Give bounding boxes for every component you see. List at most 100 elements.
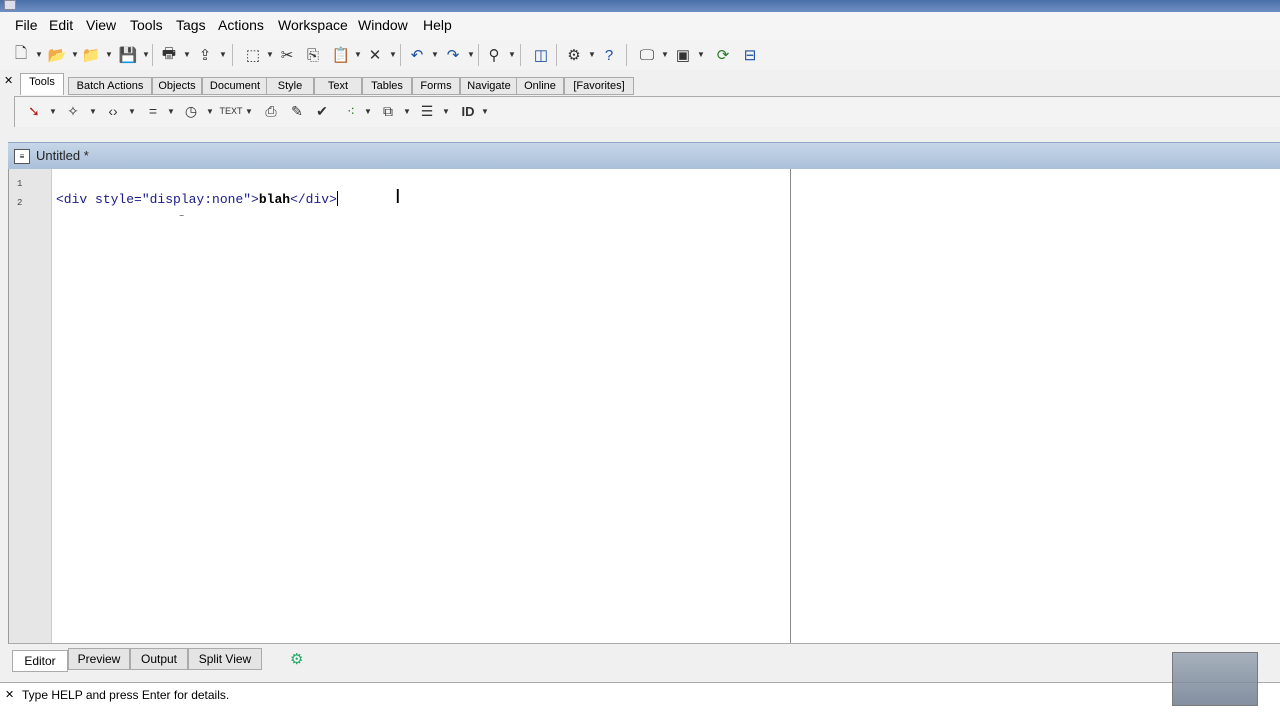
new-dropdown-icon[interactable]: ▼ [35, 50, 43, 59]
format-dropdown-icon[interactable]: ▼ [403, 107, 411, 116]
redo-dropdown-icon[interactable]: ▼ [467, 50, 475, 59]
close-toolbar-icon[interactable]: ✕ [4, 74, 13, 87]
list-dropdown-icon[interactable]: ▼ [442, 107, 450, 116]
code-dropdown-icon[interactable]: ▼ [128, 107, 136, 116]
window-title-bar [0, 0, 1280, 12]
new-document-icon[interactable]: 🗋 [10, 44, 32, 66]
save-dropdown-icon[interactable]: ▼ [142, 50, 150, 59]
code-editor[interactable]: 1 2 <div style="display:none">blah</div>… [8, 169, 1280, 644]
paste-dropdown-icon[interactable]: ▼ [354, 50, 362, 59]
code-tags-icon[interactable]: ‹› [103, 101, 123, 121]
layout-dropdown-icon[interactable]: ▼ [697, 50, 705, 59]
tab-text[interactable]: Text [314, 77, 362, 95]
equals-dropdown-icon[interactable]: ▼ [167, 107, 175, 116]
color-picker-icon[interactable]: ➘ [24, 101, 44, 121]
refresh-icon[interactable]: ⟳ [712, 44, 734, 66]
toolbar-separator [626, 44, 627, 66]
validate-icon[interactable]: ✎ [287, 101, 307, 121]
tab-forms[interactable]: Forms [412, 77, 460, 95]
tab-output[interactable]: Output [130, 648, 188, 670]
open-dropdown-icon[interactable]: ▼ [71, 50, 79, 59]
code-attr-value: "display:none" [141, 192, 252, 207]
document-title[interactable]: Untitled * [36, 148, 89, 163]
menu-actions[interactable]: Actions [218, 17, 264, 33]
split-divider[interactable] [790, 169, 791, 643]
dots-dropdown-icon[interactable]: ▼ [364, 107, 372, 116]
line-number: 2 [17, 198, 23, 208]
window-layout-icon[interactable]: ▣ [672, 44, 694, 66]
spell-check-icon[interactable]: ✔ [312, 101, 332, 121]
menu-window[interactable]: Window [358, 17, 408, 33]
copy-icon[interactable]: ⎘ [302, 44, 324, 66]
find-dropdown-icon[interactable]: ▼ [508, 50, 516, 59]
wizard-dropdown-icon[interactable]: ▼ [89, 107, 97, 116]
print-icon[interactable]: 🖶 [158, 44, 180, 66]
publish-dropdown-icon[interactable]: ▼ [219, 50, 227, 59]
tab-preview[interactable]: Preview [68, 648, 130, 670]
list-icon[interactable]: ☰ [417, 101, 437, 121]
code-open-tag-end: > [251, 192, 259, 207]
redo-icon[interactable]: ↷ [442, 44, 464, 66]
open-recent-icon[interactable]: 📁 [80, 44, 102, 66]
tab-batch-actions[interactable]: Batch Actions [68, 77, 152, 95]
menu-file[interactable]: File [15, 17, 38, 33]
delete-dropdown-icon[interactable]: ▼ [389, 50, 397, 59]
undo-dropdown-icon[interactable]: ▼ [431, 50, 439, 59]
color-dropdown-icon[interactable]: ▼ [49, 107, 57, 116]
command-hint: Type HELP and press Enter for details. [22, 688, 230, 702]
tag-inspector-icon[interactable]: ⚙ [563, 44, 585, 66]
color-dots-icon[interactable]: ⁖ [341, 101, 361, 121]
equals-icon[interactable]: = [143, 101, 163, 121]
publish-icon[interactable]: ⇪ [194, 44, 216, 66]
select-dropdown-icon[interactable]: ▼ [266, 50, 274, 59]
select-all-icon[interactable]: ⬚ [242, 44, 264, 66]
app-icon [4, 0, 16, 10]
command-bar[interactable]: ✕ Type HELP and press Enter for details. [0, 682, 1280, 721]
recent-dropdown-icon[interactable]: ▼ [105, 50, 113, 59]
copy-format-icon[interactable]: ⧉ [378, 101, 398, 121]
preview-settings-icon[interactable]: ⚙ [290, 650, 303, 668]
save-icon[interactable]: 💾 [117, 44, 139, 66]
open-folder-icon[interactable]: 📂 [46, 44, 68, 66]
cut-icon[interactable]: ✂ [276, 44, 298, 66]
inspector-dropdown-icon[interactable]: ▼ [588, 50, 596, 59]
menu-tags[interactable]: Tags [176, 17, 206, 33]
menu-view[interactable]: View [86, 17, 116, 33]
wizard-icon[interactable]: ✧ [63, 101, 83, 121]
tab-favorites[interactable]: [Favorites] [564, 77, 634, 95]
close-command-icon[interactable]: ✕ [5, 688, 14, 701]
tab-online[interactable]: Online [516, 77, 564, 95]
clipboard-icon[interactable]: ⎙ [261, 101, 281, 121]
undo-icon[interactable]: ↶ [406, 44, 428, 66]
tab-tools[interactable]: Tools [20, 73, 64, 95]
menu-help[interactable]: Help [423, 17, 452, 33]
text-convert-icon[interactable]: TEXT [220, 101, 243, 121]
tab-document[interactable]: Document [202, 77, 268, 95]
paste-icon[interactable]: 📋 [330, 44, 352, 66]
toolbar-separator [556, 44, 557, 66]
id-button[interactable]: ID [457, 101, 479, 121]
clock-dropdown-icon[interactable]: ▼ [206, 107, 214, 116]
split-icon[interactable]: ⊟ [739, 44, 761, 66]
tab-editor[interactable]: Editor [12, 650, 68, 672]
menu-edit[interactable]: Edit [49, 17, 73, 33]
preview-monitor-icon[interactable]: 🖵 [636, 44, 658, 66]
delete-icon[interactable]: ✕ [364, 44, 386, 66]
clock-icon[interactable]: ◷ [181, 101, 201, 121]
toggle-panel-icon[interactable]: ◫ [530, 44, 552, 66]
tab-split-view[interactable]: Split View [188, 648, 262, 670]
tab-objects[interactable]: Objects [152, 77, 202, 95]
ibeam-cursor-icon: I [395, 186, 401, 208]
tab-navigate[interactable]: Navigate [460, 77, 518, 95]
find-binoculars-icon[interactable]: ⚲ [483, 44, 505, 66]
preview-dropdown-icon[interactable]: ▼ [661, 50, 669, 59]
tab-style[interactable]: Style [266, 77, 314, 95]
print-dropdown-icon[interactable]: ▼ [183, 50, 191, 59]
menu-workspace[interactable]: Workspace [278, 17, 348, 33]
help-icon[interactable]: ? [598, 44, 620, 66]
id-dropdown-icon[interactable]: ▼ [481, 107, 489, 116]
tab-tables[interactable]: Tables [362, 77, 412, 95]
code-line[interactable]: <div style="display:none">blah</div> [56, 191, 338, 207]
text-dropdown-icon[interactable]: ▼ [245, 107, 253, 116]
menu-tools[interactable]: Tools [130, 17, 163, 33]
